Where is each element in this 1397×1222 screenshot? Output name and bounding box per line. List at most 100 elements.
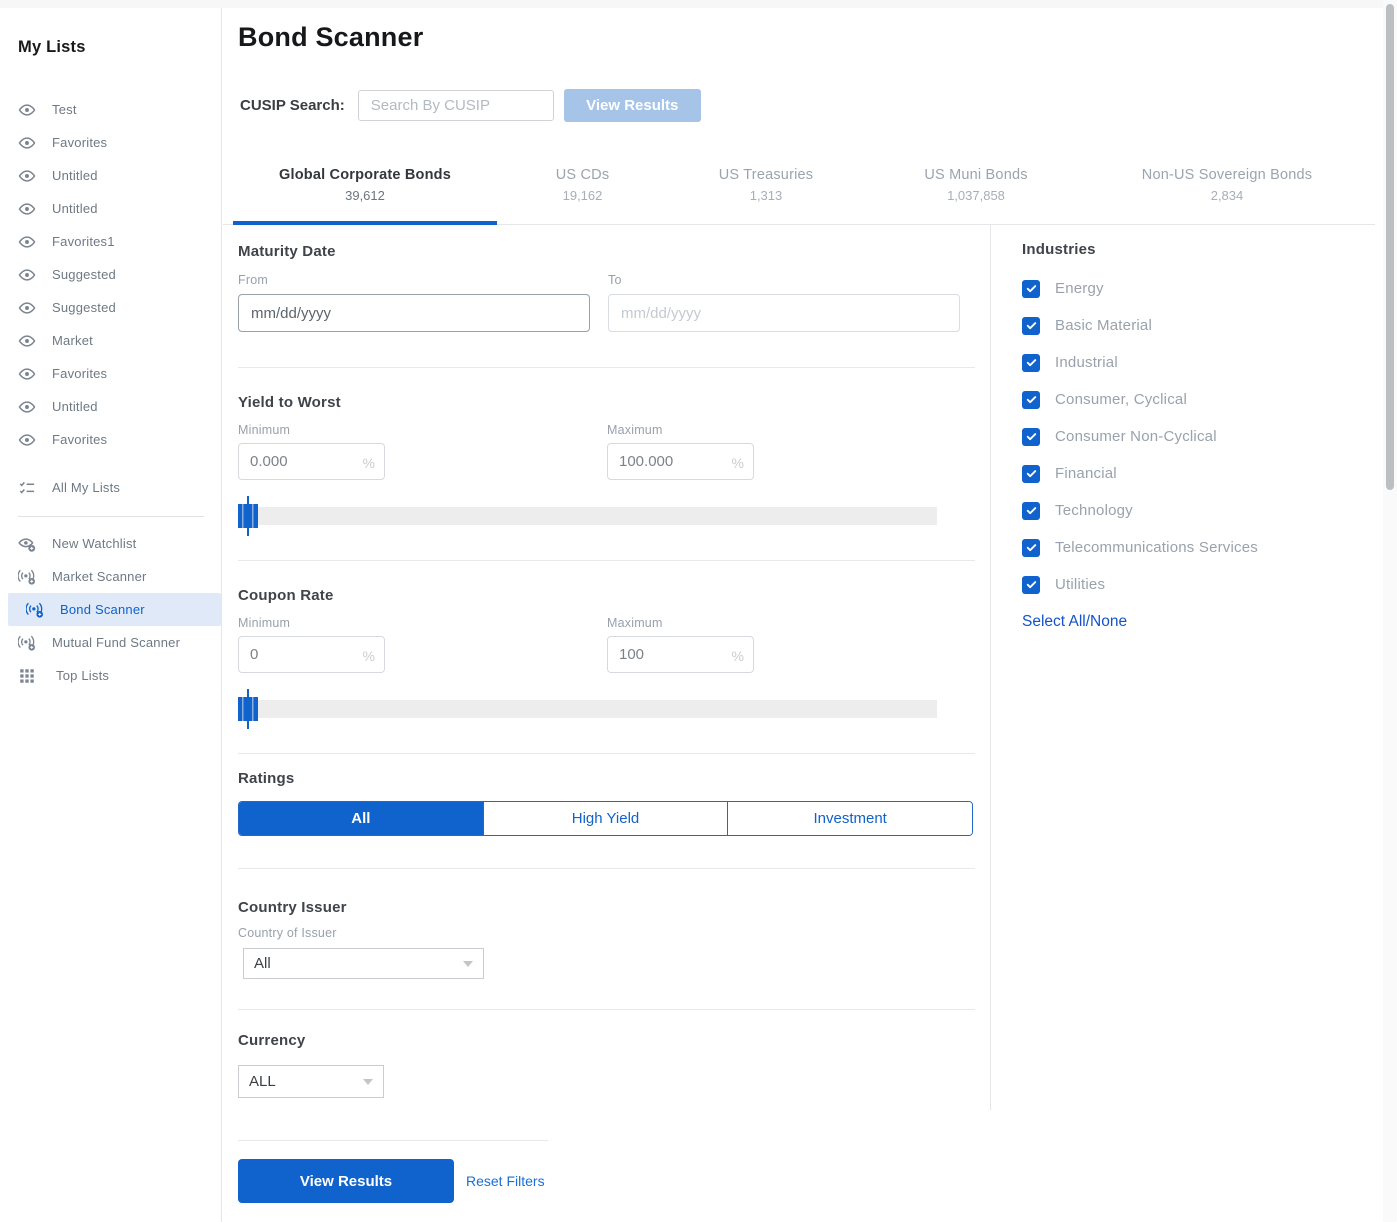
industry-checkbox-row-basic-material[interactable]: Basic Material xyxy=(1022,307,1360,344)
ratings-option-high-yield[interactable]: High Yield xyxy=(483,802,728,835)
eye-icon xyxy=(18,134,36,152)
tab-us-treasuries[interactable]: US Treasuries 1,313 xyxy=(671,167,861,203)
section-title: Currency xyxy=(238,1032,975,1049)
tab-count: 1,313 xyxy=(671,188,861,203)
sidebar-item-bond-scanner[interactable]: Bond Scanner xyxy=(8,593,221,626)
ratings-option-all[interactable]: All xyxy=(239,802,483,835)
checkbox-checked-icon[interactable] xyxy=(1022,539,1040,557)
industry-checkbox-row-technology[interactable]: Technology xyxy=(1022,492,1360,529)
eye-icon xyxy=(18,431,36,449)
sidebar-item-favorites[interactable]: Favorites xyxy=(0,357,221,390)
sidebar-item-label: New Watchlist xyxy=(52,536,136,551)
tab-non-us-sovereign-bonds[interactable]: Non-US Sovereign Bonds 2,834 xyxy=(1082,167,1372,203)
section-title: Maturity Date xyxy=(238,243,975,260)
sidebar-item-label: Favorites xyxy=(52,135,107,150)
to-label: To xyxy=(608,273,960,287)
checkbox-checked-icon[interactable] xyxy=(1022,354,1040,372)
checkbox-checked-icon[interactable] xyxy=(1022,391,1040,409)
industries-panel: Industries Energy Basic Material Industr… xyxy=(990,225,1360,1110)
sidebar-item-suggested[interactable]: Suggested xyxy=(0,258,221,291)
checkbox-checked-icon[interactable] xyxy=(1022,576,1040,594)
eye-icon xyxy=(18,332,36,350)
industry-label: Technology xyxy=(1055,502,1133,519)
tab-label: US CDs xyxy=(495,167,670,183)
industry-label: Energy xyxy=(1055,280,1104,297)
checkbox-checked-icon[interactable] xyxy=(1022,317,1040,335)
industries-title: Industries xyxy=(1022,241,1360,258)
sidebar-item-untitled[interactable]: Untitled xyxy=(0,159,221,192)
maturity-to-input[interactable] xyxy=(608,294,960,332)
sidebar-item-new-watchlist[interactable]: New Watchlist xyxy=(0,527,221,560)
maturity-from-input[interactable] xyxy=(238,294,590,332)
scanner-icon xyxy=(18,634,36,652)
country-of-issuer-label: Country of Issuer xyxy=(238,926,975,940)
cusip-view-results-button[interactable]: View Results xyxy=(564,89,701,122)
checkbox-checked-icon[interactable] xyxy=(1022,465,1040,483)
sidebar-item-market-scanner[interactable]: Market Scanner xyxy=(0,560,221,593)
bond-type-tabs: Global Corporate Bonds 39,612 US CDs 19,… xyxy=(223,155,1375,225)
tab-global-corporate-bonds[interactable]: Global Corporate Bonds 39,612 xyxy=(233,167,497,203)
coupon-rate-section: Coupon Rate Minimum % Maximum % xyxy=(238,561,975,754)
eye-icon xyxy=(18,233,36,251)
tab-us-muni-bonds[interactable]: US Muni Bonds 1,037,858 xyxy=(861,167,1091,203)
cusip-search-input[interactable] xyxy=(358,90,554,121)
percent-suffix: % xyxy=(363,648,375,664)
sidebar-item-label: Suggested xyxy=(52,300,116,315)
header: Bond Scanner CUSIP Search: View Results xyxy=(223,8,1375,155)
industry-label: Utilities xyxy=(1055,576,1105,593)
sidebar-item-label: All My Lists xyxy=(52,480,120,495)
sidebar-tools: New Watchlist Market Scanner Bond Scanne… xyxy=(0,527,221,692)
minimum-label: Minimum xyxy=(238,423,385,437)
checkbox-checked-icon[interactable] xyxy=(1022,502,1040,520)
percent-suffix: % xyxy=(363,455,375,471)
currency-select[interactable]: ALL xyxy=(238,1065,384,1098)
sidebar-item-favorites[interactable]: Favorites xyxy=(0,423,221,456)
slider-track[interactable] xyxy=(238,507,937,525)
eye-icon xyxy=(18,266,36,284)
main-panel: Bond Scanner CUSIP Search: View Results … xyxy=(223,8,1375,1222)
minimum-label: Minimum xyxy=(238,616,385,630)
industry-label: Telecommunications Services xyxy=(1055,539,1258,556)
sidebar-item-top-lists[interactable]: Top Lists xyxy=(0,659,221,692)
eye-plus-icon xyxy=(18,535,36,553)
sidebar-item-test[interactable]: Test xyxy=(0,93,221,126)
filters-column: Maturity Date From To Yield to Worst xyxy=(238,225,975,1203)
currency-value: ALL xyxy=(249,1073,276,1090)
sidebar-item-market[interactable]: Market xyxy=(0,324,221,357)
sidebar-item-label: Market Scanner xyxy=(52,569,147,584)
industry-checkbox-row-financial[interactable]: Financial xyxy=(1022,455,1360,492)
sidebar-item-untitled[interactable]: Untitled xyxy=(0,192,221,225)
view-results-button[interactable]: View Results xyxy=(238,1159,454,1203)
scrollbar-thumb[interactable] xyxy=(1386,4,1394,490)
tab-us-cds[interactable]: US CDs 19,162 xyxy=(495,167,670,203)
industry-checkbox-row-energy[interactable]: Energy xyxy=(1022,270,1360,307)
sidebar-item-label: Untitled xyxy=(52,399,98,414)
sidebar-item-suggested[interactable]: Suggested xyxy=(0,291,221,324)
maximum-label: Maximum xyxy=(607,423,754,437)
industry-label: Consumer Non-Cyclical xyxy=(1055,428,1217,445)
sidebar-item-favorites1[interactable]: Favorites1 xyxy=(0,225,221,258)
checkbox-checked-icon[interactable] xyxy=(1022,280,1040,298)
chevron-down-icon xyxy=(463,961,473,967)
checkbox-checked-icon[interactable] xyxy=(1022,428,1040,446)
reset-filters-link[interactable]: Reset Filters xyxy=(466,1173,545,1189)
industry-checkbox-row-industrial[interactable]: Industrial xyxy=(1022,344,1360,381)
select-all-none-link[interactable]: Select All/None xyxy=(1022,613,1127,631)
sidebar-item-all-my-lists[interactable]: All My Lists xyxy=(0,471,221,504)
industry-checkbox-row-telecommunications-services[interactable]: Telecommunications Services xyxy=(1022,529,1360,566)
maximum-label: Maximum xyxy=(607,616,754,630)
sidebar-divider xyxy=(18,516,204,517)
sidebar-item-label: Bond Scanner xyxy=(60,602,145,617)
slider-handle[interactable] xyxy=(238,504,258,528)
industry-checkbox-row-consumer-cyclical[interactable]: Consumer, Cyclical xyxy=(1022,381,1360,418)
ratings-option-investment[interactable]: Investment xyxy=(727,802,972,835)
sidebar-item-favorites[interactable]: Favorites xyxy=(0,126,221,159)
slider-handle[interactable] xyxy=(238,697,258,721)
sidebar-item-mutual-fund-scanner[interactable]: Mutual Fund Scanner xyxy=(0,626,221,659)
scanner-icon xyxy=(26,601,44,619)
industry-checkbox-row-utilities[interactable]: Utilities xyxy=(1022,566,1360,603)
sidebar-item-untitled[interactable]: Untitled xyxy=(0,390,221,423)
country-issuer-select[interactable]: All xyxy=(243,948,484,979)
industry-checkbox-row-consumer-non-cyclical[interactable]: Consumer Non-Cyclical xyxy=(1022,418,1360,455)
slider-track[interactable] xyxy=(238,700,937,718)
